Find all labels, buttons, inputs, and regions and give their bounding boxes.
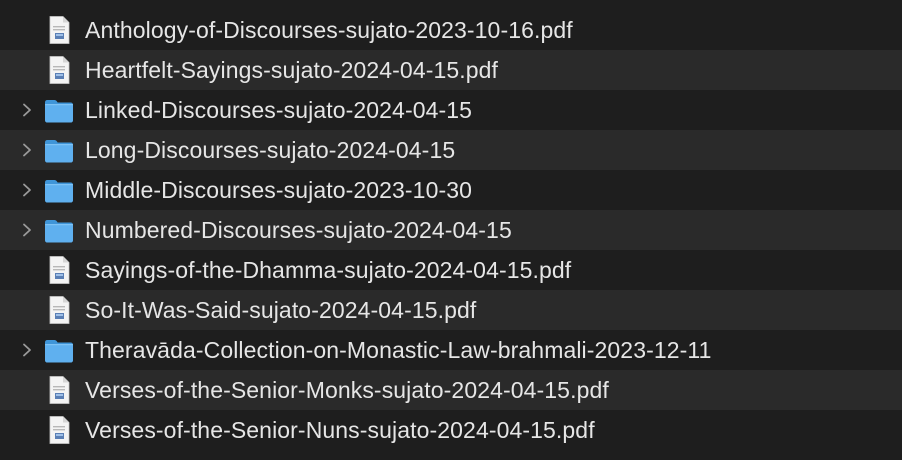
folder-row[interactable]: Theravāda-Collection-on-Monastic-Law-bra… [0, 330, 902, 370]
chevron-right-icon[interactable] [20, 222, 34, 238]
file-name: Linked-Discourses-sujato-2024-04-15 [85, 97, 473, 123]
file-name: So-It-Was-Said-sujato-2024-04-15.pdf [85, 297, 477, 323]
file-name: Verses-of-the-Senior-Monks-sujato-2024-0… [85, 377, 609, 403]
file-row[interactable]: Sayings-of-the-Dhamma-sujato-2024-04-15.… [0, 250, 902, 290]
chevron-right-icon[interactable] [20, 182, 34, 198]
file-name: Numbered-Discourses-sujato-2024-04-15 [85, 217, 512, 243]
folder-row[interactable]: Middle-Discourses-sujato-2023-10-30 [0, 170, 902, 210]
folder-icon [43, 134, 75, 166]
file-list: Anthology-of-Discourses-sujato-2023-10-1… [0, 10, 902, 450]
file-name: Theravāda-Collection-on-Monastic-Law-bra… [85, 337, 712, 363]
file-name: Anthology-of-Discourses-sujato-2023-10-1… [85, 17, 573, 43]
folder-icon [43, 214, 75, 246]
pdf-document-icon [43, 294, 75, 326]
pdf-document-icon [43, 374, 75, 406]
file-row[interactable]: Anthology-of-Discourses-sujato-2023-10-1… [0, 10, 902, 50]
chevron-right-icon[interactable] [20, 102, 34, 118]
folder-row[interactable]: Linked-Discourses-sujato-2024-04-15 [0, 90, 902, 130]
pdf-document-icon [43, 414, 75, 446]
file-name: Verses-of-the-Senior-Nuns-sujato-2024-04… [85, 417, 595, 443]
chevron-right-icon[interactable] [20, 342, 34, 358]
folder-icon [43, 334, 75, 366]
chevron-right-icon[interactable] [20, 142, 34, 158]
pdf-document-icon [43, 254, 75, 286]
file-row[interactable]: So-It-Was-Said-sujato-2024-04-15.pdf [0, 290, 902, 330]
folder-icon [43, 94, 75, 126]
file-name: Heartfelt-Sayings-sujato-2024-04-15.pdf [85, 57, 499, 83]
pdf-document-icon [43, 54, 75, 86]
file-name: Sayings-of-the-Dhamma-sujato-2024-04-15.… [85, 257, 572, 283]
folder-icon [43, 174, 75, 206]
folder-row[interactable]: Numbered-Discourses-sujato-2024-04-15 [0, 210, 902, 250]
file-row[interactable]: Heartfelt-Sayings-sujato-2024-04-15.pdf [0, 50, 902, 90]
pdf-document-icon [43, 14, 75, 46]
file-name: Long-Discourses-sujato-2024-04-15 [85, 137, 456, 163]
file-name: Middle-Discourses-sujato-2023-10-30 [85, 177, 473, 203]
file-row[interactable]: Verses-of-the-Senior-Monks-sujato-2024-0… [0, 370, 902, 410]
file-row[interactable]: Verses-of-the-Senior-Nuns-sujato-2024-04… [0, 410, 902, 450]
folder-row[interactable]: Long-Discourses-sujato-2024-04-15 [0, 130, 902, 170]
